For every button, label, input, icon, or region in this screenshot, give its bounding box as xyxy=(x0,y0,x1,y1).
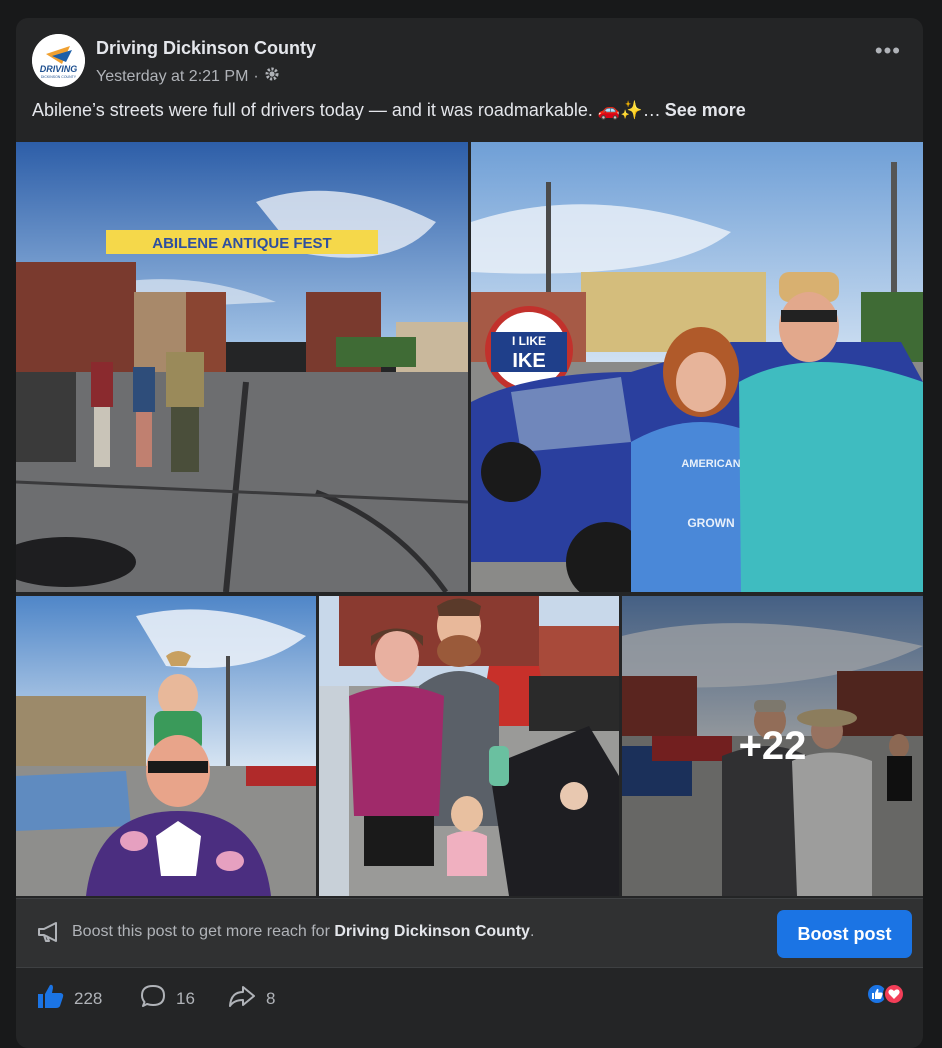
share-action[interactable]: 8 xyxy=(228,983,275,1014)
photo-family-stroller[interactable] xyxy=(319,596,619,896)
love-reaction-icon xyxy=(883,983,905,1005)
comment-icon xyxy=(140,983,166,1014)
logo-text: DRIVING xyxy=(40,64,78,74)
reaction-summary[interactable] xyxy=(866,983,905,1005)
post-actions: 228 16 8 xyxy=(16,973,923,1017)
page-name-link[interactable]: Driving Dickinson County xyxy=(96,38,316,59)
boost-bar: Boost this post to get more reach for Dr… xyxy=(16,898,923,968)
megaphone-icon xyxy=(36,919,62,945)
photo-more-overlay[interactable]: +22 xyxy=(622,596,923,896)
like-action[interactable]: 228 xyxy=(36,983,102,1014)
photo-dad-toddler[interactable] xyxy=(16,596,316,896)
boost-page-name: Driving Dickinson County xyxy=(334,923,530,940)
boost-text-prefix: Boost this post to get more reach for xyxy=(72,923,335,940)
like-count: 228 xyxy=(74,988,103,1008)
boost-post-button[interactable]: Boost post xyxy=(777,910,912,958)
sign-text-line1: I LIKE xyxy=(512,334,546,348)
post-meta: Yesterday at 2:21 PM · xyxy=(96,66,280,87)
comment-action[interactable]: 16 xyxy=(140,983,195,1014)
see-more-link[interactable]: See more xyxy=(665,100,746,120)
caption-text: Abilene’s streets were full of drivers t… xyxy=(32,100,661,120)
shirt-text-line1: AMERICAN xyxy=(681,458,740,470)
boost-message: Boost this post to get more reach for Dr… xyxy=(72,923,534,941)
shirt-text-line2: GROWN xyxy=(687,516,734,530)
sign-text-line2: IKE xyxy=(512,350,545,372)
post-timestamp[interactable]: Yesterday at 2:21 PM xyxy=(96,68,248,86)
logo-subtext: DICKINSON COUNTY xyxy=(41,75,77,79)
boost-text-suffix: . xyxy=(529,923,535,940)
post-card: DRIVING DICKINSON COUNTY Driving Dickins… xyxy=(16,18,923,1048)
photo-couple-car[interactable]: I LIKE IKE AMERICAN GROWN xyxy=(471,142,923,592)
more-photos-overlay[interactable]: +22 xyxy=(622,596,923,896)
meta-separator: · xyxy=(253,67,259,85)
post-caption: Abilene’s streets were full of drivers t… xyxy=(32,100,746,121)
comment-count: 16 xyxy=(176,988,195,1008)
banner-text: ABILENE ANTIQUE FEST xyxy=(152,235,331,252)
audience-gear-icon[interactable] xyxy=(264,66,280,87)
page-avatar[interactable]: DRIVING DICKINSON COUNTY xyxy=(32,34,85,87)
share-arrow-icon xyxy=(228,983,256,1014)
share-count: 8 xyxy=(266,988,276,1008)
more-options-icon[interactable]: ••• xyxy=(875,40,901,62)
photo-street-banner[interactable]: ABILENE ANTIQUE FEST xyxy=(16,142,468,592)
like-icon xyxy=(36,983,64,1014)
more-photos-count: +22 xyxy=(738,723,807,768)
